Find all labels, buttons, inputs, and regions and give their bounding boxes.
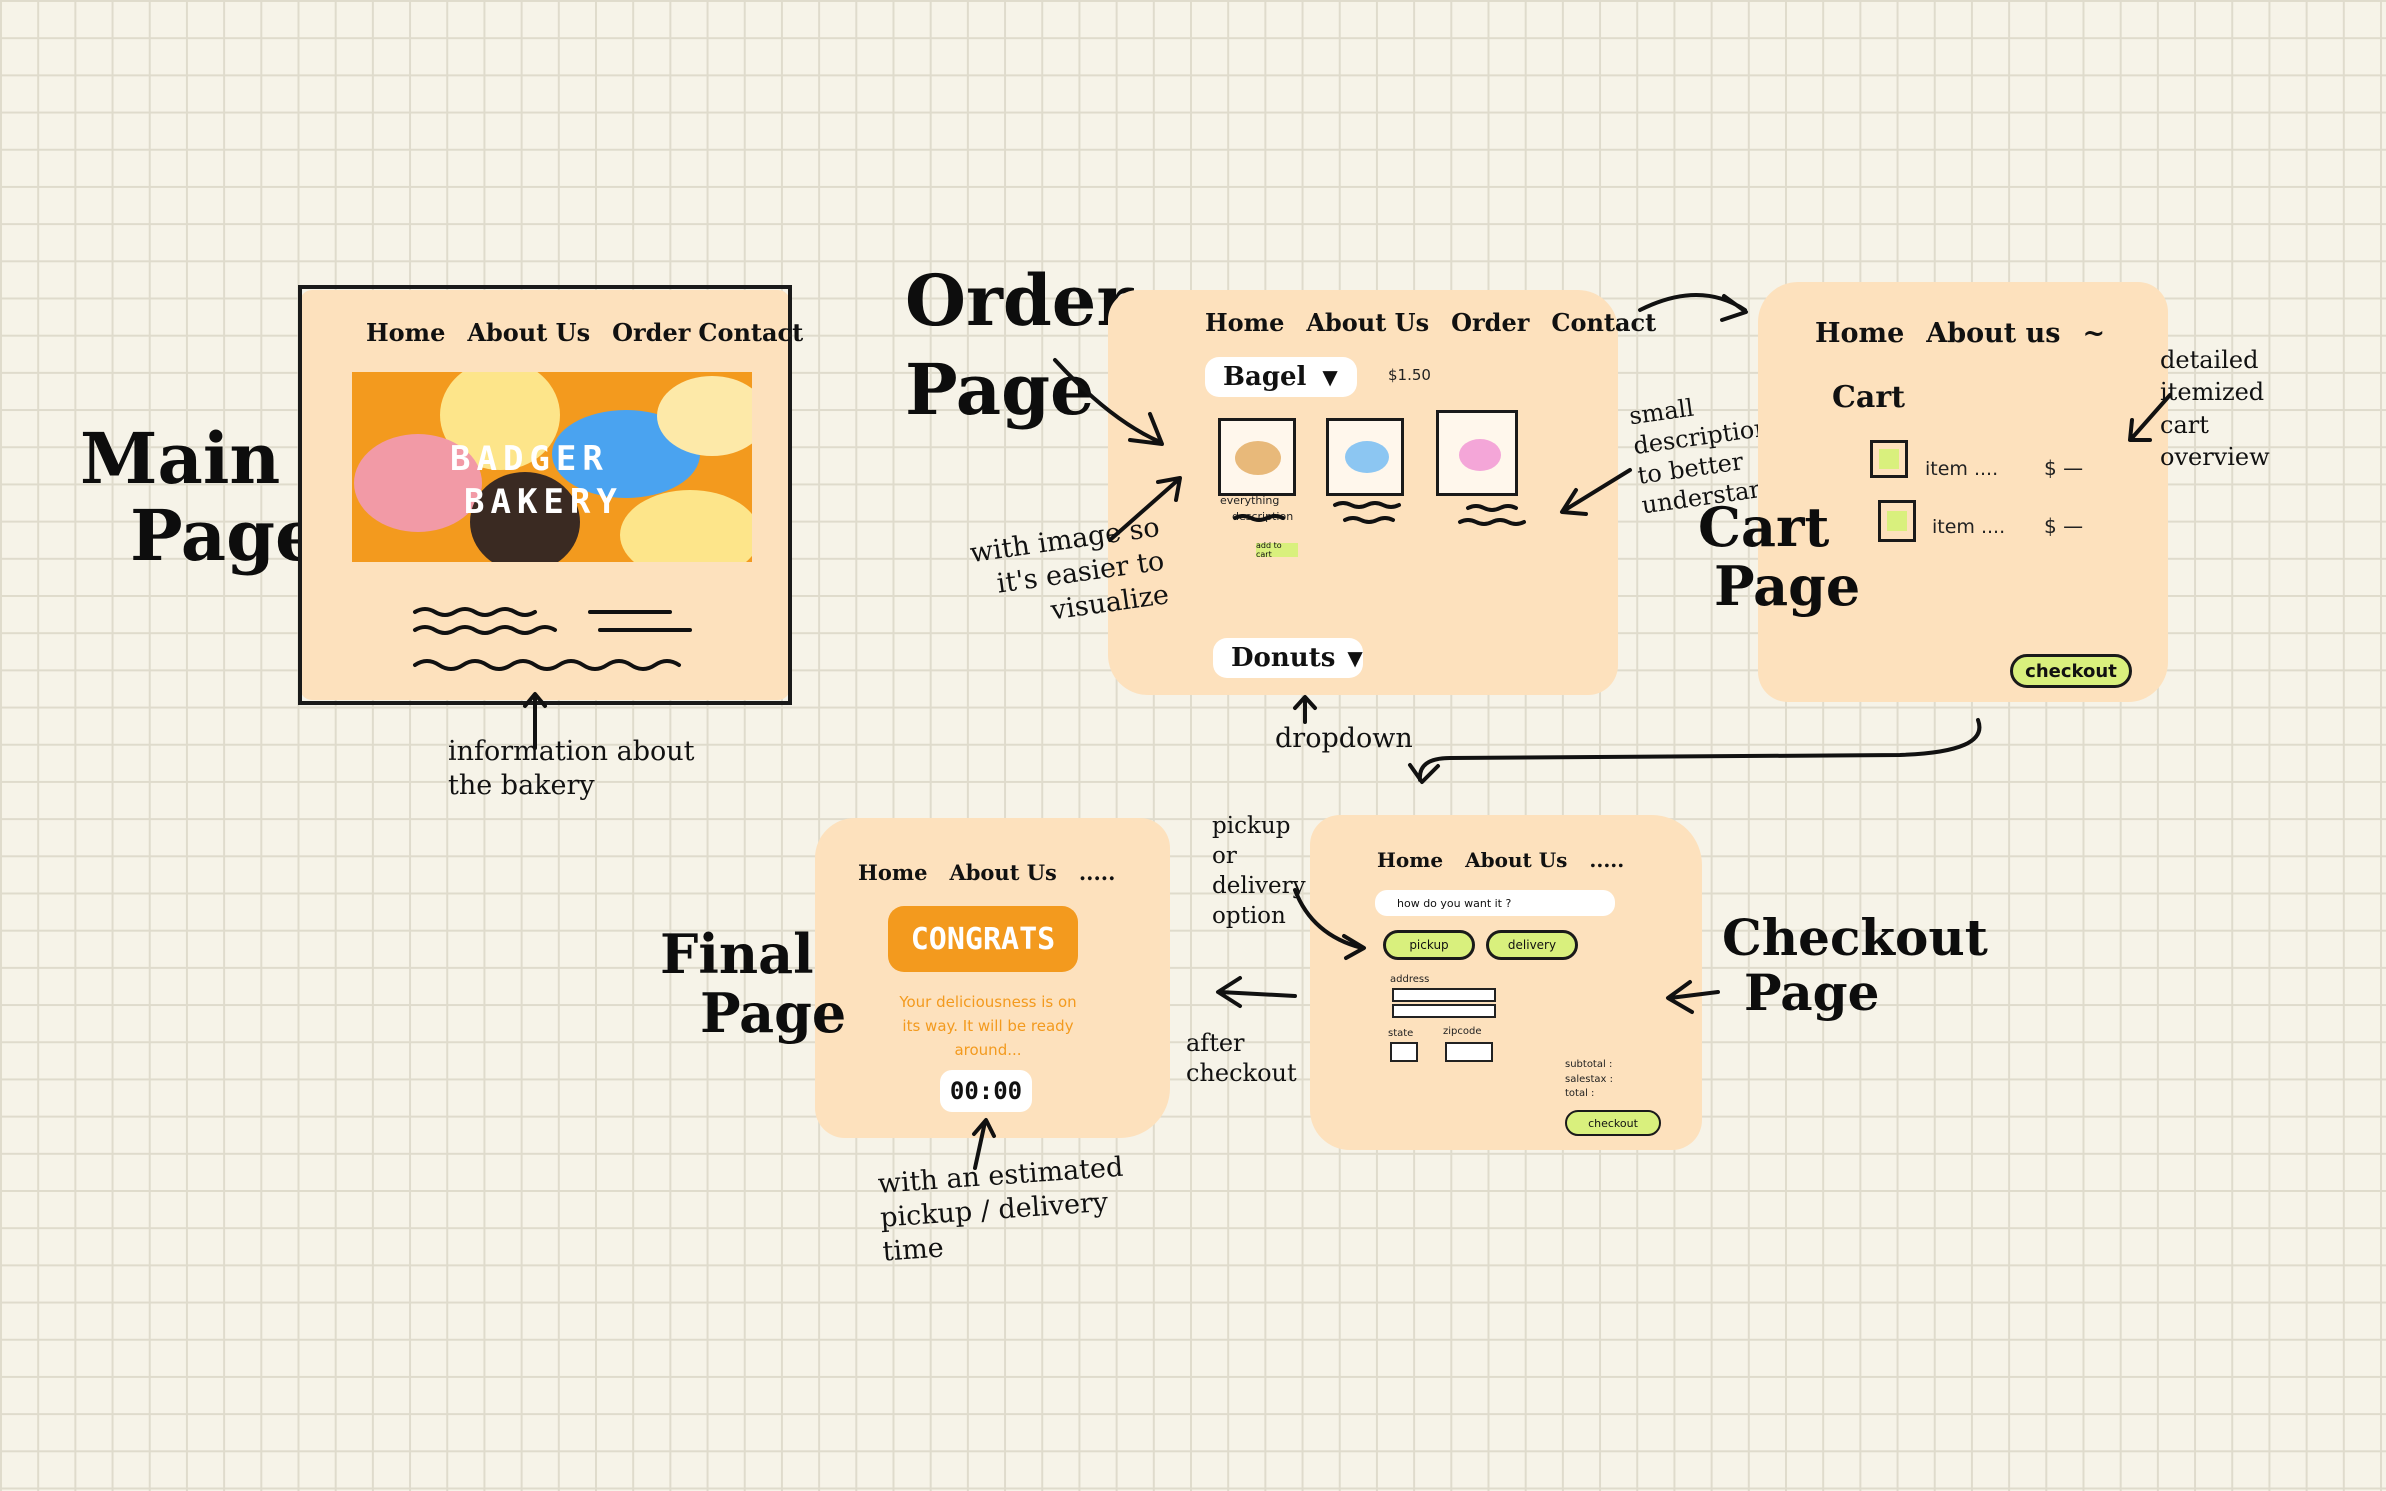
hero-image: BADGER BAKERY (352, 372, 752, 562)
nav-home[interactable]: Home (858, 860, 927, 885)
countdown-timer: 00:00 (940, 1070, 1032, 1112)
cart-item-price: $ — (2044, 456, 2084, 480)
cart-title: Cart (1832, 380, 1905, 415)
hero-title: BADGER BAKERY (450, 439, 623, 522)
nav-order[interactable]: Order (612, 318, 690, 347)
checkout-page-nav: Home About Us..... (1377, 848, 1646, 872)
cart-checkout-button[interactable]: checkout (2010, 654, 2132, 688)
final-note: with an estimated pickup / delivery time (876, 1151, 1125, 1268)
add-to-cart-button[interactable]: add to cart (1256, 541, 1298, 559)
delivery-button[interactable]: delivery (1486, 930, 1578, 960)
product-description: description (1232, 510, 1294, 523)
nav-more[interactable]: ..... (1079, 860, 1116, 885)
nav-home[interactable]: Home (1205, 308, 1284, 337)
nav-about[interactable]: About Us (467, 318, 590, 347)
zipcode-label: zipcode (1443, 1026, 1482, 1037)
nav-about[interactable]: About Us (949, 860, 1056, 885)
cart-item-thumbnail (1878, 500, 1916, 542)
order-page-nav: Home About Us Order Contact (1205, 308, 1678, 337)
main-page-label: Main Page (80, 417, 320, 577)
product-card-blue[interactable] (1326, 418, 1404, 496)
nav-about[interactable]: About Us (1465, 848, 1567, 872)
donuts-dropdown[interactable]: Donuts ▼ (1213, 638, 1363, 678)
nav-about[interactable]: About Us (1306, 308, 1429, 337)
address-field-2[interactable] (1392, 1004, 1496, 1018)
state-label: state (1388, 1028, 1414, 1039)
nav-more[interactable]: ..... (1589, 848, 1624, 872)
diagram-connectors (413, 293, 2172, 1170)
bagel-dropdown[interactable]: Bagel ▼ (1205, 357, 1357, 397)
order-note-dropdown: dropdown (1275, 723, 1413, 754)
cart-item-name: item .... (1925, 458, 1999, 480)
donut-lightyellow-icon (620, 490, 752, 562)
nav-more[interactable]: ~ (2082, 318, 2105, 349)
nav-home[interactable]: Home (1377, 848, 1443, 872)
checkout-note-option: pickup or delivery option (1212, 813, 1306, 929)
address-label: address (1390, 974, 1430, 985)
nav-home[interactable]: Home (1815, 318, 1904, 349)
pink-bagel-icon (1459, 439, 1501, 471)
congrats-banner: CONGRATS (888, 906, 1078, 972)
product-card-pink[interactable] (1436, 410, 1518, 496)
cart-note: detailed itemized cart overview (2160, 346, 2270, 472)
cart-item-name: item .... (1932, 516, 2006, 538)
product-name: everything (1220, 494, 1280, 507)
dropdown-note-arrow (1293, 695, 1317, 724)
subtotal-label: subtotal : salestax : total : (1565, 1059, 1613, 1099)
cart-item-thumbnail (1870, 440, 1908, 478)
main-page-nav: Home About Us Order Contact (366, 318, 825, 347)
chevron-down-icon: ▼ (1322, 365, 1338, 389)
nav-home[interactable]: Home (366, 318, 445, 347)
zipcode-field[interactable] (1445, 1042, 1493, 1062)
nav-order[interactable]: Order (1451, 308, 1529, 337)
cart-page-nav: Home About us ~ (1815, 318, 2127, 349)
final-page-label: Final Page (660, 922, 847, 1046)
cart-page-label: Cart Page (1698, 495, 1861, 619)
bagel-price: $1.50 (1388, 366, 1431, 384)
cart-item-price: $ — (2044, 514, 2084, 538)
delivery-question-field[interactable]: how do you want it ? (1375, 890, 1615, 916)
checkout-submit-button[interactable]: checkout (1565, 1110, 1661, 1136)
checkout-note-after: after checkout (1186, 1029, 1297, 1087)
final-page-nav: Home About Us..... (858, 860, 1137, 885)
chevron-down-icon: ▼ (1347, 646, 1363, 670)
main-page-annotation: information about the bakery (448, 736, 695, 801)
order-page-label: Order Page (905, 259, 1134, 431)
product-card-everything[interactable] (1218, 418, 1296, 496)
blue-bagel-icon (1345, 441, 1389, 473)
checkout-page-label: Checkout Page (1722, 908, 1988, 1022)
pickup-button[interactable]: pickup (1383, 930, 1475, 960)
bagel-icon (1235, 441, 1281, 475)
nav-contact[interactable]: Contact (1551, 308, 1656, 337)
address-field[interactable] (1392, 988, 1496, 1002)
after-checkout-arrow (1216, 976, 1297, 1008)
state-field[interactable] (1390, 1042, 1418, 1062)
cart-to-checkout-arrow (1408, 718, 1982, 784)
nav-contact[interactable]: Contact (698, 318, 803, 347)
nav-about[interactable]: About us (1926, 318, 2060, 349)
final-message: Your deliciousness is on its way. It wil… (899, 993, 1077, 1059)
